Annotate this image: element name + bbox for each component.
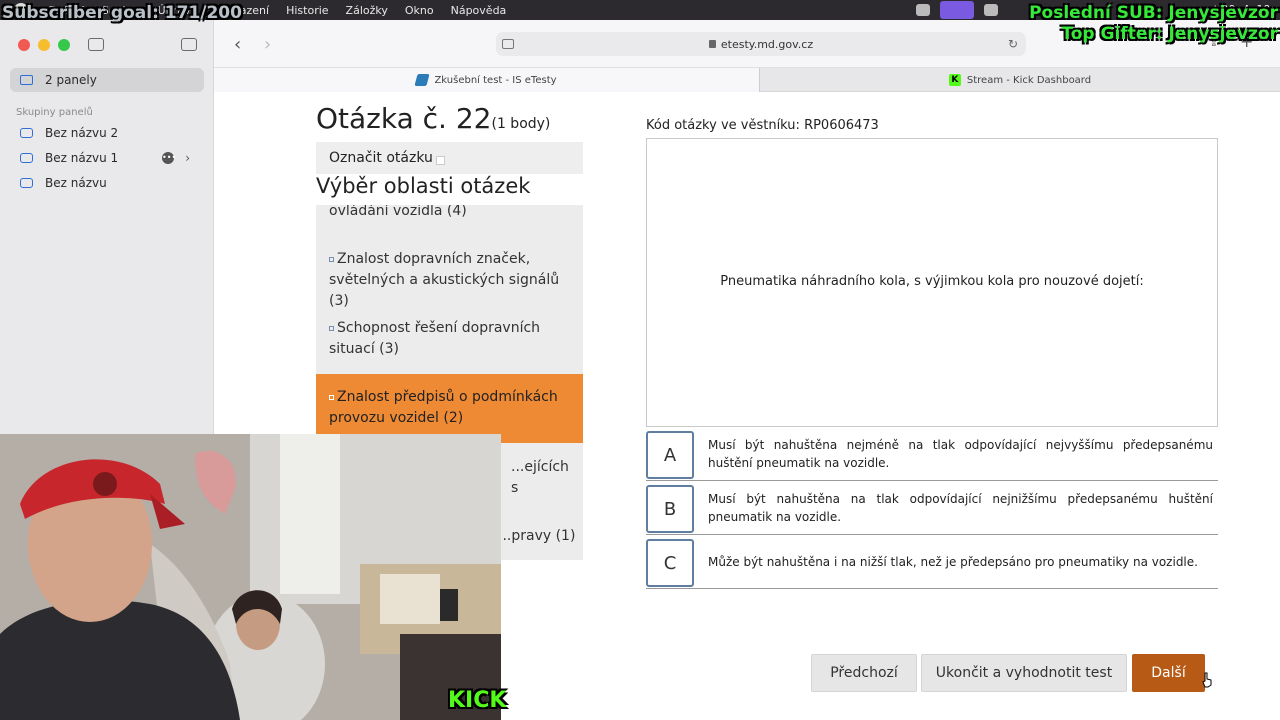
sidebar-item-label: Bez názvu 1 — [45, 151, 119, 165]
tab-title: Stream - Kick Dashboard — [966, 74, 1092, 86]
area-item-selected[interactable]: Znalost předpisů o podmínkách provozu vo… — [316, 374, 583, 443]
question-text: Pneumatika náhradního kola, s výjimkou k… — [720, 274, 1144, 289]
webcam-feed — [0, 434, 501, 720]
last-sub-overlay: Poslední SUB: Jenysjevzor — [1029, 3, 1278, 23]
status-icon[interactable] — [984, 4, 998, 16]
menu-historie[interactable]: Historie — [286, 4, 328, 17]
sidebar-item-group[interactable]: Bez názvu — [10, 171, 204, 195]
kick-favicon-icon: K — [948, 74, 961, 86]
url-text: etesty.md.gov.cz — [720, 37, 814, 51]
answer-text[interactable]: Musí být nahuštěna na tlak odpovídající … — [708, 483, 1213, 533]
webcam-image — [0, 434, 501, 720]
bullet-icon — [329, 256, 334, 262]
area-item[interactable]: ...pravy (1) — [498, 526, 578, 547]
back-icon[interactable]: ‹ — [234, 34, 241, 55]
sidebar-groups-heading: Skupiny panelů — [16, 107, 93, 118]
answer-option[interactable]: B Musí být nahuštěna na tlak odpovídajíc… — [646, 483, 1218, 535]
status-icon[interactable] — [916, 4, 930, 16]
tab-kick[interactable]: K Stream - Kick Dashboard — [760, 68, 1280, 92]
area-item-label: Schopnost řešení dopravních situací (3) — [329, 320, 541, 357]
bullet-icon — [329, 394, 334, 400]
top-gifter-overlay: Top Gifter: Jenysjevzor — [1061, 24, 1278, 44]
mark-question-label: Označit otázku — [329, 150, 433, 166]
reload-icon[interactable]: ↻ — [1008, 37, 1018, 51]
tab-bar: ✕ Zkušební test - IS eTesty K Stream - K… — [214, 68, 1280, 92]
question-code: Kód otázky ve věstníku: RP0606473 — [646, 118, 879, 133]
sidebar-item-group[interactable]: Bez názvu 2 — [10, 121, 204, 145]
question-box: Pneumatika náhradního kola, s výjimkou k… — [646, 138, 1218, 427]
forward-icon[interactable]: › — [264, 34, 271, 55]
answer-option[interactable]: A Musí být nahuštěna nejméně na tlak odp… — [646, 429, 1218, 481]
sidebar-item-label: 2 panely — [45, 73, 97, 87]
screen-share-icon[interactable] — [940, 1, 974, 19]
tab-group-icon — [20, 153, 33, 163]
next-button[interactable]: Další — [1132, 654, 1205, 692]
menu-napoveda[interactable]: Nápověda — [451, 4, 507, 17]
tab-group-icon — [20, 128, 33, 138]
etesty-favicon-icon — [414, 74, 431, 86]
answer-letter-button[interactable]: A — [646, 431, 694, 479]
area-item[interactable]: Znalost dopravních značek, světelných a … — [329, 249, 569, 312]
tab-title: Zkušební test - IS eTesty — [434, 74, 557, 86]
answer-text[interactable]: Může být nahuštěna i na nižší tlak, než … — [708, 537, 1213, 587]
finish-test-button[interactable]: Ukončit a vyhodnotit test — [921, 654, 1127, 692]
question-title: Otázka č. 22(1 body) — [316, 102, 550, 135]
sidebar-toggle-icon[interactable] — [88, 38, 104, 51]
subscriber-goal-overlay: Subscriber goal: 171/200 — [2, 3, 242, 23]
sidebar-item-label: Bez názvu — [45, 176, 107, 190]
zoom-window-button[interactable] — [58, 39, 70, 51]
area-selection-title: Výběr oblasti otázek — [316, 174, 531, 198]
answer-text[interactable]: Musí být nahuštěna nejméně na tlak odpov… — [708, 429, 1213, 479]
answer-option[interactable]: C Může být nahuštěna i na nižší tlak, ne… — [646, 537, 1218, 589]
address-bar[interactable]: etesty.md.gov.cz ↻ — [496, 32, 1026, 56]
answer-letter-button[interactable]: B — [646, 485, 694, 533]
area-item-label: ovládání vozidla (4) — [329, 205, 467, 219]
area-item-label: Znalost předpisů o podmínkách provozu vo… — [329, 389, 558, 426]
lock-icon — [708, 40, 716, 48]
kick-logo: KICK — [448, 688, 507, 713]
question-points: (1 body) — [491, 116, 551, 132]
window-controls — [18, 39, 70, 51]
tab-etesty[interactable]: Zkušební test - IS eTesty — [214, 68, 759, 92]
hand-cursor-icon — [1202, 672, 1212, 688]
answer-letter-button[interactable]: C — [646, 539, 694, 587]
sidebar-item-group[interactable]: Bez názvu 1 ••• › — [10, 146, 204, 170]
area-item-label: ...ejících s — [511, 459, 569, 496]
more-options-icon[interactable]: ••• — [162, 152, 176, 164]
sidebar-item-current-tabs[interactable]: 2 panely — [10, 68, 204, 92]
chevron-right-icon[interactable]: › — [185, 151, 190, 165]
area-item[interactable]: ovládání vozidla (4) — [329, 205, 569, 222]
tab-group-icon — [20, 178, 33, 188]
previous-button[interactable]: Předchozí — [811, 654, 917, 692]
area-item[interactable]: Znalost předpisů o podmínkách provozu vo… — [329, 387, 569, 429]
close-window-button[interactable] — [18, 39, 30, 51]
mark-question-checkbox[interactable] — [435, 155, 445, 165]
laptop-icon — [20, 75, 33, 85]
tab-overview-icon[interactable] — [181, 38, 197, 51]
menu-zalozky[interactable]: Záložky — [346, 4, 388, 17]
bullet-icon — [329, 325, 334, 331]
question-number: Otázka č. 22 — [316, 102, 492, 135]
reader-icon[interactable] — [502, 39, 514, 49]
area-item-label: Znalost dopravních značek, světelných a … — [329, 251, 560, 309]
sidebar-item-label: Bez názvu 2 — [45, 126, 119, 140]
area-item[interactable]: ...ejících s — [511, 457, 571, 499]
mark-question-box[interactable]: Označit otázku — [316, 142, 583, 174]
area-item[interactable]: Schopnost řešení dopravních situací (3) — [329, 318, 569, 360]
area-item-label: ...pravy (1) — [498, 528, 576, 544]
minimize-window-button[interactable] — [38, 39, 50, 51]
menu-okno[interactable]: Okno — [405, 4, 434, 17]
